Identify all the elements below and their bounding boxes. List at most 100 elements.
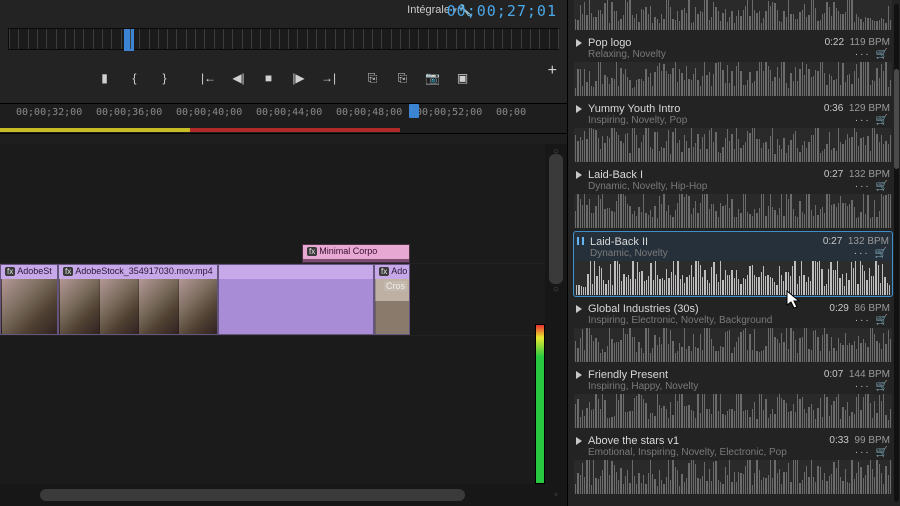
timeline-vertical-scrollbar[interactable]: ○ ○	[545, 144, 567, 484]
track-duration: 0:36	[824, 103, 843, 114]
tracks-area[interactable]: Minimal Corpo AdobeSt AdobeStock_3549170…	[0, 144, 545, 484]
mark-in-button[interactable]: {	[125, 69, 145, 87]
waveform-preview[interactable]	[574, 460, 892, 494]
more-icon[interactable]: ···	[855, 447, 871, 458]
play-icon[interactable]	[576, 437, 582, 445]
button-editor-plus[interactable]: +	[548, 62, 557, 80]
audio-track-item[interactable]: Pop logoRelaxing, Novelty0:22 119 BPM···…	[574, 34, 892, 96]
play-icon[interactable]	[576, 171, 582, 179]
more-icon[interactable]: ···	[855, 181, 871, 192]
lift-button[interactable]: ⎘	[363, 69, 383, 87]
audio-track-item[interactable]: Global Industries (30s)Inspiring, Electr…	[574, 300, 892, 362]
cart-icon[interactable]: 🛒	[876, 115, 890, 126]
track-name: Laid-Back I	[588, 169, 818, 181]
cart-icon[interactable]: 🛒	[876, 381, 890, 392]
program-monitor-controls: Intégrale 🔧 00;00;27;01 ▮ { } |← ◀| ■ |▶…	[0, 0, 567, 104]
audio-track-item[interactable]: Friendly PresentInspiring, Happy, Novelt…	[574, 366, 892, 428]
ruler-label: 00;00;32;00	[16, 107, 82, 118]
track-bpm: 144 BPM	[849, 369, 890, 380]
audio-track-item[interactable]	[574, 0, 892, 30]
more-icon[interactable]: ···	[855, 49, 871, 60]
more-icon[interactable]: ···	[855, 381, 871, 392]
audio-track-list[interactable]: Pop logoRelaxing, Novelty0:22 119 BPM···…	[568, 0, 900, 506]
waveform-preview[interactable]	[574, 394, 892, 428]
track-tags: Dynamic, Novelty	[590, 248, 817, 259]
track-duration: 0:27	[823, 236, 842, 247]
play-icon[interactable]	[576, 105, 582, 113]
waveform-preview[interactable]	[574, 328, 892, 362]
audio-track-item[interactable]: Yummy Youth IntroInspiring, Novelty, Pop…	[574, 100, 892, 162]
goto-in-button[interactable]: |←	[199, 69, 219, 87]
cart-icon[interactable]: 🛒	[876, 447, 890, 458]
scrollbar-thumb[interactable]	[40, 489, 465, 501]
clip-adobestock-b[interactable]: AdobeStock_354917030.mov.mp4	[58, 264, 218, 335]
panel-scrollbar[interactable]	[894, 4, 899, 502]
work-area-segment	[190, 128, 400, 132]
clip-adobestock-c[interactable]: Ado Cros	[374, 264, 410, 335]
program-and-timeline: Intégrale 🔧 00;00;27;01 ▮ { } |← ◀| ■ |▶…	[0, 0, 568, 506]
waveform-preview[interactable]	[574, 0, 892, 30]
play-icon[interactable]	[576, 39, 582, 47]
ruler-label: 00;00;36;00	[96, 107, 162, 118]
pause-icon[interactable]	[577, 237, 584, 245]
scrollbar-thumb[interactable]	[894, 69, 899, 169]
waveform-preview[interactable]	[575, 261, 891, 295]
play-stop-button[interactable]: ■	[259, 69, 279, 87]
ruler-label: 00;00;52;00	[416, 107, 482, 118]
extract-button[interactable]: ⎘	[393, 69, 413, 87]
clip-label: Ado	[375, 265, 409, 279]
step-forward-button[interactable]: |▶	[289, 69, 309, 87]
add-marker-button[interactable]: ▮	[95, 69, 115, 87]
track-name: Above the stars v1	[588, 435, 823, 447]
audio-track-item[interactable]: Above the stars v1Emotional, Inspiring, …	[574, 432, 892, 494]
track-bpm: 129 BPM	[849, 103, 890, 114]
more-icon[interactable]: ···	[854, 248, 870, 259]
export-frame-button[interactable]: 📷	[423, 69, 443, 87]
more-icon[interactable]: ···	[855, 315, 871, 326]
step-back-button[interactable]: ◀|	[229, 69, 249, 87]
track-tags: Dynamic, Novelty, Hip-Hop	[588, 181, 818, 192]
app-root: Intégrale 🔧 00;00;27;01 ▮ { } |← ◀| ■ |▶…	[0, 0, 900, 506]
mark-out-button[interactable]: }	[155, 69, 175, 87]
work-area-segment	[0, 128, 190, 132]
waveform-preview[interactable]	[574, 62, 892, 96]
ruler-label: 00;00;40;00	[176, 107, 242, 118]
video-track-1[interactable]: AdobeSt AdobeStock_354917030.mov.mp4 Ado…	[0, 264, 545, 336]
track-bpm: 99 BPM	[854, 435, 890, 446]
playhead-icon[interactable]	[409, 104, 419, 118]
goto-out-button[interactable]: →|	[319, 69, 339, 87]
program-scrub-ruler[interactable]	[8, 28, 559, 50]
scrollbar-thumb[interactable]	[549, 154, 563, 284]
clip-minimal-corpo[interactable]: Minimal Corpo	[302, 244, 410, 263]
transition-label: Cros	[384, 281, 407, 291]
track-duration: 0:33	[829, 435, 848, 446]
audio-track-item[interactable]: Laid-Back IDynamic, Novelty, Hip-Hop0:27…	[574, 166, 892, 228]
comparison-view-button[interactable]: ▣	[453, 69, 473, 87]
track-name: Laid-Back II	[590, 236, 817, 248]
track-meta: 0:22 119 BPM··· 🛒	[825, 37, 890, 60]
cart-icon[interactable]: 🛒	[876, 49, 890, 60]
waveform-preview[interactable]	[574, 128, 892, 162]
track-info: Friendly PresentInspiring, Happy, Novelt…	[588, 369, 818, 392]
clip-blank-violet[interactable]	[218, 264, 374, 335]
cart-icon[interactable]: 🛒	[876, 315, 890, 326]
cart-icon[interactable]: 🛒	[875, 248, 889, 259]
zoom-corner[interactable]: ◦	[545, 484, 567, 506]
timeline-horizontal-scrollbar[interactable]	[0, 484, 545, 506]
track-tags: Inspiring, Electronic, Novelty, Backgrou…	[588, 315, 823, 326]
audio-track-item[interactable]: Laid-Back IIDynamic, Novelty0:27 132 BPM…	[574, 232, 892, 296]
track-tags: Inspiring, Happy, Novelty	[588, 381, 818, 392]
clip-adobestock-a[interactable]: AdobeSt	[0, 264, 58, 335]
waveform-preview[interactable]	[574, 194, 892, 228]
time-ruler[interactable]: 00;00;32;00 00;00;36;00 00;00;40;00 00;0…	[0, 104, 567, 134]
track-info: Above the stars v1Emotional, Inspiring, …	[588, 435, 823, 458]
clip-label: Minimal Corpo	[303, 245, 409, 259]
timecode-display[interactable]: 00;00;27;01	[447, 2, 557, 20]
play-icon[interactable]	[576, 305, 582, 313]
video-track-2[interactable]: Minimal Corpo	[0, 244, 545, 264]
track-tags: Relaxing, Novelty	[588, 49, 819, 60]
more-icon[interactable]: ···	[855, 115, 871, 126]
play-icon[interactable]	[576, 371, 582, 379]
clip-label: AdobeStock_354917030.mov.mp4	[59, 265, 217, 279]
cart-icon[interactable]: 🛒	[876, 181, 890, 192]
